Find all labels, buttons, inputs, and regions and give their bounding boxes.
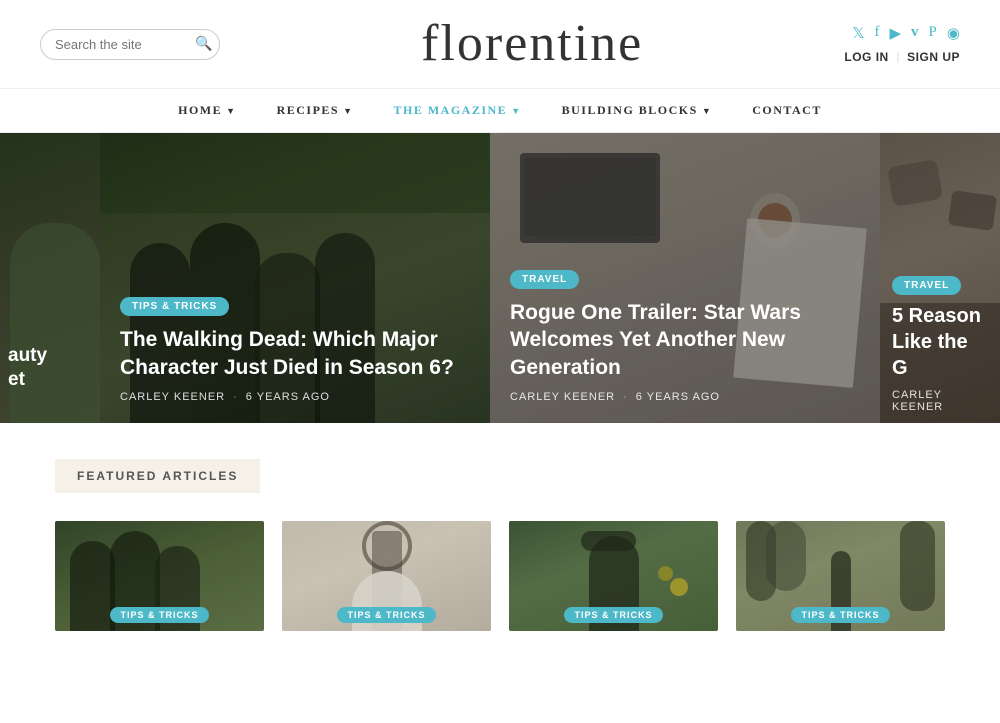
article-badge-1: TIPS & TRICKS — [110, 607, 208, 623]
article-badge-4: TIPS & TRICKS — [791, 607, 889, 623]
auth-divider: | — [897, 49, 899, 64]
article-badge-2: TIPS & TRICKS — [337, 607, 435, 623]
articles-grid: TIPS & TRICKS TIPS & TRICKS TIPS & TRICK… — [55, 521, 945, 631]
slide-walking-dead-content: TIPS & TRICKS The Walking Dead: Which Ma… — [100, 276, 490, 423]
twitter-icon[interactable]: 𝕏 — [852, 24, 864, 43]
search-input[interactable] — [55, 37, 195, 52]
search-icon: 🔍 — [195, 36, 212, 53]
slide-right-author: Carley Keener — [892, 389, 943, 413]
article-card-1[interactable]: TIPS & TRICKS — [55, 521, 264, 631]
slide-rogue-one-content: TRAVEL Rogue One Trailer: Star Wars Welc… — [490, 249, 880, 423]
article-card-3[interactable]: TIPS & TRICKS — [509, 521, 718, 631]
header-right: 𝕏 f ▶ v P ◉ LOG IN | SIGN UP — [844, 24, 960, 64]
slide-rogue-time: 6 YEARS AGO — [636, 391, 720, 403]
instagram-icon[interactable]: ◉ — [947, 24, 960, 43]
slide-rogue-meta: Carley Keener · 6 YEARS AGO — [510, 391, 860, 403]
hero-slider: autyet TIPS & TRICKS The Walking Dead: W… — [0, 133, 1000, 423]
slide-rogue-one[interactable]: TRAVEL Rogue One Trailer: Star Wars Welc… — [490, 133, 880, 423]
slide-right-title: 5 ReasonLike the G — [892, 303, 988, 381]
nav-home[interactable]: HOME ▼ — [178, 103, 236, 118]
slide-badge-travel: TRAVEL — [510, 270, 579, 289]
article-card-4[interactable]: TIPS & TRICKS — [736, 521, 945, 631]
youtube-icon[interactable]: ▶ — [890, 24, 902, 43]
header: 🔍 florentine 𝕏 f ▶ v P ◉ LOG IN | SIGN U… — [0, 0, 1000, 89]
chevron-down-icon: ▼ — [343, 106, 353, 116]
slide-right-meta: Carley Keener — [892, 389, 988, 413]
auth-links: LOG IN | SIGN UP — [844, 49, 960, 64]
nav-recipes[interactable]: RECIPES ▼ — [277, 103, 354, 118]
login-link[interactable]: LOG IN — [844, 50, 888, 64]
slide-author: Carley Keener — [120, 391, 225, 403]
search-box[interactable]: 🔍 — [40, 29, 220, 60]
slide-walking-dead-meta: Carley Keener · 6 YEARS AGO — [120, 391, 470, 403]
chevron-down-icon: ▼ — [702, 106, 712, 116]
slide-right-content: TRAVEL 5 ReasonLike the G Carley Keener — [880, 265, 1000, 423]
signup-link[interactable]: SIGN UP — [907, 50, 960, 64]
featured-header: FEATURED ARTICLES — [55, 459, 260, 493]
slide-walking-dead[interactable]: TIPS & TRICKS The Walking Dead: Which Ma… — [100, 133, 490, 423]
slide-rogue-author: Carley Keener — [510, 391, 615, 403]
chevron-down-icon: ▼ — [226, 106, 236, 116]
slide-time: 6 YEARS AGO — [246, 391, 330, 403]
vimeo-icon[interactable]: v — [911, 24, 919, 43]
featured-section: FEATURED ARTICLES TIPS & TRICKS TIPS & T… — [0, 423, 1000, 661]
social-icons: 𝕏 f ▶ v P ◉ — [852, 24, 960, 43]
nav-contact[interactable]: CONTACT — [752, 103, 822, 118]
pinterest-icon[interactable]: P — [929, 24, 937, 43]
facebook-icon[interactable]: f — [875, 24, 880, 43]
slide-partial-content: autyet — [8, 344, 92, 393]
slide-badge-travel-right: TRAVEL — [892, 276, 961, 295]
article-card-2[interactable]: TIPS & TRICKS — [282, 521, 491, 631]
nav-building-blocks[interactable]: BUILDING BLOCKS ▼ — [562, 103, 713, 118]
logo[interactable]: florentine — [421, 18, 643, 70]
main-nav: HOME ▼ RECIPES ▼ THE MAGAZINE ▼ BUILDING… — [0, 89, 1000, 133]
chevron-down-icon: ▼ — [511, 106, 521, 116]
slide-walking-dead-title: The Walking Dead: Which Major Character … — [120, 326, 470, 381]
slide-rogue-title: Rogue One Trailer: Star Wars Welcomes Ye… — [510, 299, 860, 381]
slide-right-partial[interactable]: TRAVEL 5 ReasonLike the G Carley Keener — [880, 133, 1000, 423]
featured-title: FEATURED ARTICLES — [77, 469, 238, 483]
slide-partial-left[interactable]: autyet — [0, 133, 100, 423]
article-badge-3: TIPS & TRICKS — [564, 607, 662, 623]
slide-badge-tips: TIPS & TRICKS — [120, 297, 229, 316]
nav-magazine[interactable]: THE MAGAZINE ▼ — [394, 103, 522, 118]
slide-partial-title: autyet — [8, 344, 92, 393]
